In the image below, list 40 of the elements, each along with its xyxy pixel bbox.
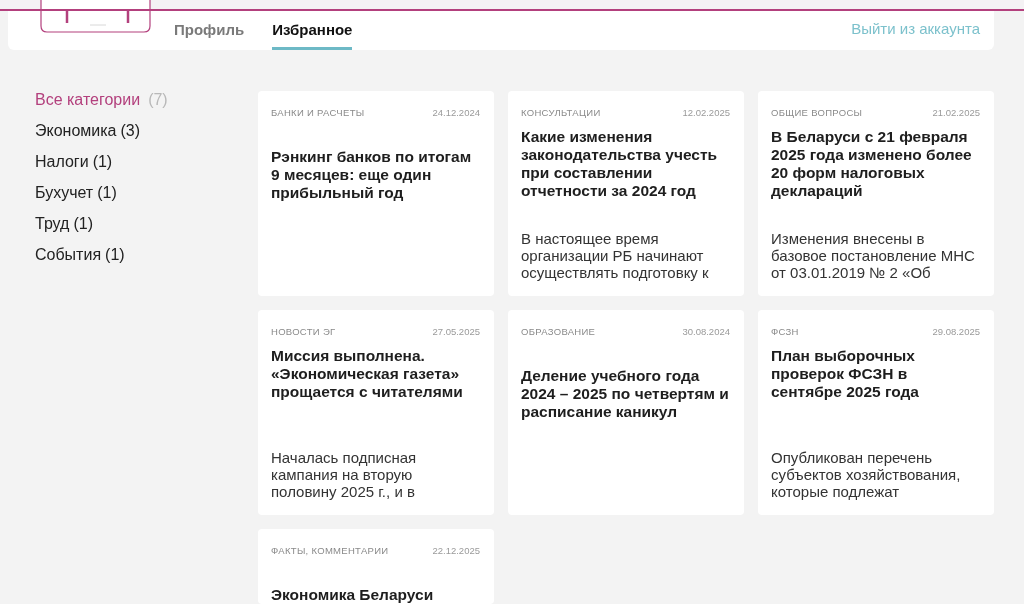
article-date: 12.02.2025 <box>682 107 730 119</box>
article-category: КОНСУЛЬТАЦИИ <box>521 107 601 119</box>
article-date: 22.12.2025 <box>432 545 480 557</box>
article-excerpt: Опубликован перечень субъектов хозяйствования, которые подлежат <box>771 449 962 500</box>
article-excerpt: В настоящее время организации РБ начинают осуществлять подготовку к <box>521 230 710 281</box>
article-excerpt: Началась подписная кампания на вторую половину 2025 г., и в <box>271 449 418 500</box>
article-card[interactable]: ОБЩИЕ ВОПРОСЫ 21.02.2025 В Беларуси с 21 февраля 2025 года изменено более 20 форм налоговых деклараций Изменения внесены в базовое постановление МНС от 03.01.2019 № 2 «Об <box>758 91 994 296</box>
category-link[interactable]: Бухучет (1) <box>35 183 117 203</box>
article-category: БАНКИ И РАСЧЕТЫ <box>271 107 365 119</box>
article-title[interactable]: Деление учебного года 2024 – 2025 по четвертям и расписание каникул <box>521 367 730 421</box>
article-excerpt: Изменения внесены в базовое постановление МНС от 03.01.2019 № 2 «Об <box>771 230 976 281</box>
article-title[interactable]: Миссия выполнена. «Экономическая газета» прощается с читателями <box>271 347 480 401</box>
article-card[interactable]: КОНСУЛЬТАЦИИ 12.02.2025 Какие изменения законодательства учесть при составлении отчетности за 2024 год В настоящее время организации РБ начинают осуществлять подготовку к <box>508 91 744 296</box>
category-link[interactable]: Все категории (7) <box>35 90 168 110</box>
article-title[interactable]: В Беларуси с 21 февраля 2025 года изменено более 20 форм налоговых деклараций <box>771 128 980 200</box>
category-link[interactable]: События (1) <box>35 245 125 265</box>
category-link[interactable]: Труд (1) <box>35 214 93 234</box>
article-category: ФСЗН <box>771 326 799 338</box>
tab[interactable]: Избранное <box>272 11 353 50</box>
article-title[interactable]: План выборочных проверок ФСЗН в сентябре 2025 года <box>771 347 980 401</box>
article-card[interactable]: ОБРАЗОВАНИЕ 30.08.2024 Деление учебного года 2024 – 2025 по четвертям и расписание каникул <box>508 310 744 515</box>
article-card[interactable]: ФАКТЫ, КОММЕНТАРИИ 22.12.2025 Экономика Беларуси <box>258 529 494 604</box>
article-category: ОБЩИЕ ВОПРОСЫ <box>771 107 863 119</box>
article-card[interactable]: БАНКИ И РАСЧЕТЫ 24.12.2024 Рэнкинг банков по итогам 9 месяцев: еще один прибыльный год <box>258 91 494 296</box>
article-card[interactable]: ФСЗН 29.08.2025 План выборочных проверок ФСЗН в сентябре 2025 года Опубликован перечень субъектов хозяйствования, которые подлежат <box>758 310 994 515</box>
category-link[interactable]: Налоги (1) <box>35 152 113 172</box>
article-date: 27.05.2025 <box>432 326 480 338</box>
article-title[interactable]: Рэнкинг банков по итогам 9 месяцев: еще один прибыльный год <box>271 148 480 202</box>
article-title[interactable]: Какие изменения законодательства учесть при составлении отчетности за 2024 год <box>521 128 730 200</box>
article-date: 24.12.2024 <box>432 107 480 119</box>
article-card[interactable]: НОВОСТИ ЭГ 27.05.2025 Миссия выполнена. «Экономическая газета» прощается с читателями Началась подписная кампания на вторую половину 2025 г., и в <box>258 310 494 515</box>
article-category: ФАКТЫ, КОММЕНТАРИИ <box>271 545 389 557</box>
article-category: ОБРАЗОВАНИЕ <box>521 326 596 338</box>
article-date: 30.08.2024 <box>682 326 730 338</box>
category-link[interactable]: Экономика (3) <box>35 121 141 141</box>
article-date: 29.08.2025 <box>932 326 980 338</box>
tab[interactable]: Профиль <box>174 11 245 50</box>
article-title[interactable]: Экономика Беларуси <box>271 586 480 604</box>
article-category: НОВОСТИ ЭГ <box>271 326 336 338</box>
article-date: 21.02.2025 <box>932 107 980 119</box>
